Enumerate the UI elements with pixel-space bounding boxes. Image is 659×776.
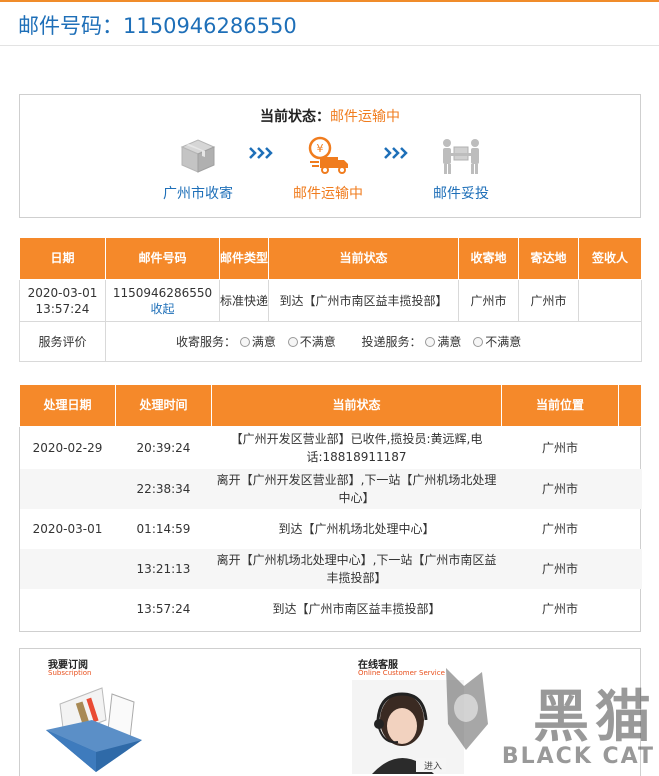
status-cell: 离开【广州开发区营业部】,下一站【广州机场北处理中心】 [211,468,502,509]
col-header: 当前状态 [211,384,502,427]
current-status-line: 当前状态：邮件运输中 [20,106,640,126]
mail-type-cell: 标准快递 [219,279,269,322]
evaluation-options: 收寄服务： 满意 不满意 投递服务： 满意 不满意 [105,321,642,362]
location-cell: 广州市 [541,440,578,455]
date-cell: 2020-03-01 13:57:24 [19,279,106,322]
location-cell: 广州市 [501,468,619,509]
col-header: 收寄地 [458,237,519,280]
date-cell [20,589,116,629]
radio-label: 不满意 [299,334,336,349]
step-delivered: 邮件妥投 [401,135,521,203]
delivery-truck-icon: ¥ [306,135,350,175]
table-row: 2020-03-01 13:57:24 1150946286550 收起 标准快… [19,279,642,322]
deliver-service-label: 投递服务： [361,334,422,349]
handover-icon [439,135,483,175]
collect-service-group: 收寄服务： 满意 不满意 [176,335,340,349]
enter-label: 进入 [424,761,442,772]
status-cell: 离开【广州机场北处理中心】,下一站【广州市南区益丰揽投部】 [211,548,502,589]
step-collected: 广州市收寄 [138,135,258,203]
status-panel: 当前状态：邮件运输中 广州市收寄 ¥ 邮件运输中 邮件妥投 [19,94,641,218]
header-bar: 邮件号码：1150946286550 [0,0,659,46]
evaluation-label: 服务评价 [19,321,106,362]
status-cell: 【广州开发区营业部】已收件,揽投员:黄远辉,电话:18818911187 [230,431,483,464]
time-cell: 13:21:13 [115,548,212,589]
col-header: 寄达地 [518,237,579,280]
radio-label: 不满意 [485,334,522,349]
origin-cell: 广州市 [458,279,519,322]
deliver-satisfied-radio[interactable] [425,336,436,347]
step-label: 邮件运输中 [293,186,363,202]
time-cell: 22:38:34 [115,468,212,509]
current-status-label: 当前状态： [260,109,330,125]
mail-number-cell: 1150946286550 收起 [105,279,220,322]
radio-label: 满意 [437,334,462,349]
status-cell: 到达【广州市南区益丰揽投部】 [268,279,459,322]
col-header: 签收人 [578,237,642,280]
col-header-spacer [618,384,642,427]
location-cell: 广州市 [501,548,619,589]
date-cell [19,548,116,589]
col-header: 邮件号码 [105,237,220,280]
col-header: 当前状态 [268,237,459,280]
step-label: 广州市收寄 [163,186,233,202]
date-cell [19,468,116,509]
table-row: 22:38:34 离开【广州开发区营业部】,下一站【广州机场北处理中心】 广州市 [19,468,642,509]
promo-subtitle: Subscription [48,669,92,677]
location-cell: 广州市 [541,521,578,536]
table-header-row: 处理日期 处理时间 当前状态 当前位置 [19,384,642,427]
watermark-cn: 黑猫 [533,685,657,750]
table-header-row: 日期 邮件号码 邮件类型 当前状态 收寄地 寄达地 签收人 [19,237,642,280]
step-label: 邮件妥投 [433,186,489,202]
subscription-promo[interactable]: 我要订阅 Subscription [42,656,154,776]
col-header: 处理时间 [115,384,212,427]
table-row: 13:21:13 离开【广州机场北处理中心】,下一站【广州市南区益丰揽投部】 广… [19,548,642,589]
time-cell: 13:57:24 [136,601,191,616]
status-cell: 到达【广州机场北处理中心】 [278,521,435,536]
collect-satisfied-radio[interactable] [239,336,250,347]
table-row: 13:57:24 到达【广州市南区益丰揽投部】 广州市 [20,589,642,629]
deliver-unsatisfied-radio[interactable] [473,336,484,347]
black-cat-logo-icon [446,668,488,750]
time-cell: 01:14:59 [136,521,191,536]
collapse-link[interactable]: 收起 [106,301,219,317]
svg-text:¥: ¥ [317,142,324,155]
evaluation-row: 服务评价 收寄服务： 满意 不满意 投递服务： 满意 不满意 [19,321,642,362]
location-cell: 广州市 [541,601,578,616]
date-cell: 2020-02-29 [32,440,103,455]
radio-label: 满意 [251,334,276,349]
collect-service-label: 收寄服务： [176,334,237,349]
current-status-value: 邮件运输中 [330,109,400,125]
mail-summary-table: 日期 邮件号码 邮件类型 当前状态 收寄地 寄达地 签收人 2020-03-01… [19,237,642,362]
col-header: 日期 [19,237,106,280]
table-row: 2020-02-29 20:39:24 【广州开发区营业部】已收件,揽投员:黄远… [20,427,642,469]
watermark-en: BLACK CAT [501,744,655,769]
deliver-service-group: 投递服务： 满意 不满意 [362,335,522,349]
status-cell: 到达【广州市南区益丰揽投部】 [272,601,441,616]
envelope-icon [46,687,142,772]
mail-number: 1150946286550 [112,285,213,300]
step-in-transit: ¥ 邮件运输中 [268,135,388,203]
promo-subtitle: Online Customer Service [358,669,445,677]
destination-cell: 广州市 [518,279,579,322]
signer-cell [578,279,642,322]
collect-unsatisfied-radio[interactable] [287,336,298,347]
table-row: 2020-03-01 01:14:59 到达【广州机场北处理中心】 广州市 [20,509,642,549]
time-cell: 20:39:24 [136,440,191,455]
col-header: 当前位置 [501,384,619,427]
date-cell: 2020-03-01 [32,521,103,536]
package-box-icon [176,135,220,175]
col-header: 处理日期 [19,384,116,427]
col-header: 邮件类型 [219,237,269,280]
mail-number-title: 邮件号码：1150946286550 [18,14,297,38]
tracking-table: 处理日期 处理时间 当前状态 当前位置 2020-02-29 20:39:24 … [19,384,642,629]
